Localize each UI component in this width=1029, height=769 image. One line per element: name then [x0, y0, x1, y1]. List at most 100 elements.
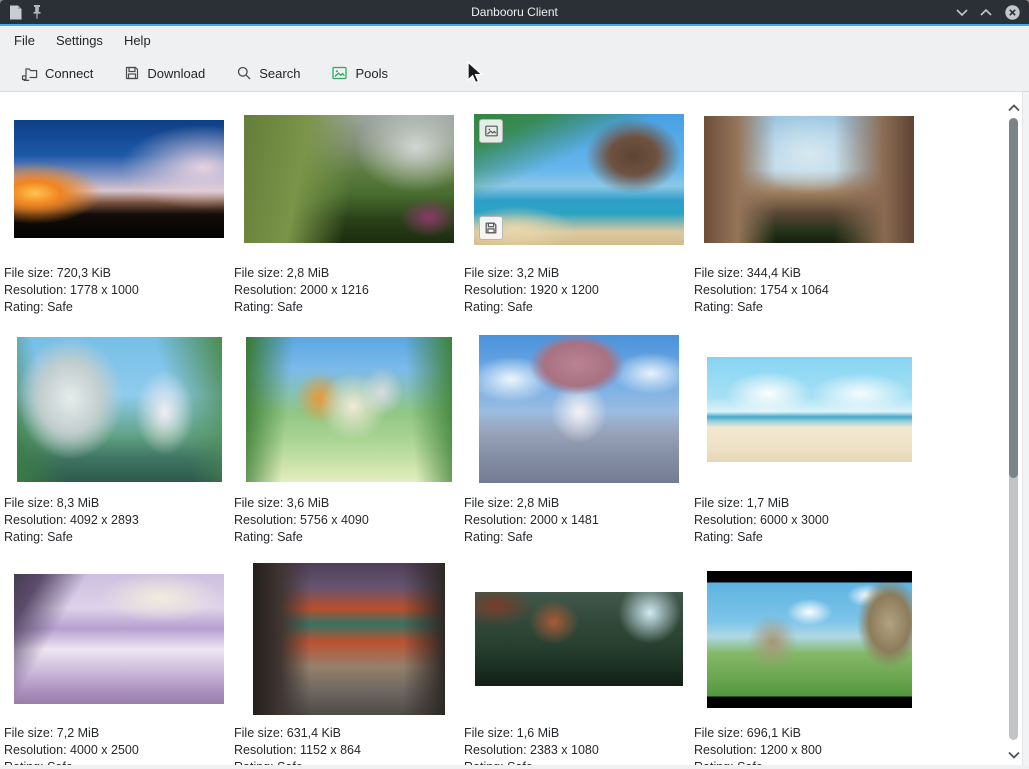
thumbnail-image[interactable]: [479, 335, 679, 483]
rating-text: Rating: Safe: [4, 299, 234, 316]
toolbar-button-label: Download: [147, 66, 205, 81]
resolution-text: Resolution: 2000 x 1216: [234, 282, 464, 299]
thumbnail-box: [4, 332, 234, 486]
thumbnail-image[interactable]: [17, 337, 222, 482]
thumbnail-image[interactable]: [707, 571, 912, 708]
thumbnail-grid: File size: 720,3 KiBResolution: 1778 x 1…: [4, 102, 924, 769]
thumbnail-image[interactable]: [253, 563, 445, 715]
toolbar-button-label: Connect: [45, 66, 93, 81]
connect-icon: [21, 65, 38, 81]
image-metadata: File size: 2,8 MiBResolution: 2000 x 148…: [464, 495, 694, 547]
save-image-button[interactable]: [479, 216, 503, 240]
file-size-text: File size: 1,6 MiB: [464, 725, 694, 742]
window-bottom-frame: [0, 765, 1029, 769]
app-icon[interactable]: [8, 4, 23, 21]
rating-text: Rating: Safe: [234, 529, 464, 546]
gallery-item: File size: 344,4 KiBResolution: 1754 x 1…: [694, 102, 924, 332]
thumbnail-box: [234, 562, 464, 716]
thumbnail-image[interactable]: [704, 116, 914, 243]
resolution-text: Resolution: 1152 x 864: [234, 742, 464, 759]
gallery-item: File size: 696,1 KiBResolution: 1200 x 8…: [694, 562, 924, 769]
image-metadata: File size: 1,7 MiBResolution: 6000 x 300…: [694, 495, 924, 547]
toolbar: Connect Download Search Pools: [0, 55, 1029, 92]
scroll-up-arrow-icon[interactable]: [1008, 99, 1020, 117]
gallery-item: File size: 2,8 MiBResolution: 2000 x 121…: [234, 102, 464, 332]
maximize-button[interactable]: [980, 8, 992, 17]
thumbnail-box: [234, 332, 464, 486]
file-size-text: File size: 720,3 KiB: [4, 265, 234, 282]
minimize-button[interactable]: [956, 8, 968, 17]
pools-button[interactable]: Pools: [326, 61, 393, 85]
scroll-down-arrow-icon[interactable]: [1008, 746, 1020, 764]
rating-text: Rating: Safe: [464, 529, 694, 546]
pools-icon: [331, 65, 348, 81]
image-metadata: File size: 3,2 MiBResolution: 1920 x 120…: [464, 265, 694, 317]
file-size-text: File size: 696,1 KiB: [694, 725, 924, 742]
search-button[interactable]: Search: [231, 61, 305, 85]
scrollbar-thumb[interactable]: [1009, 118, 1018, 478]
thumbnail-image[interactable]: [14, 120, 224, 238]
gallery-item: File size: 631,4 KiBResolution: 1152 x 8…: [234, 562, 464, 769]
thumbnail-box: [234, 102, 464, 256]
app-window: Danbooru Client File Settings Help Connect…: [0, 0, 1029, 769]
rating-text: Rating: Safe: [4, 529, 234, 546]
window-title: Danbooru Client: [208, 5, 821, 19]
thumbnail-image[interactable]: [246, 337, 452, 482]
gallery-item: File size: 8,3 MiBResolution: 4092 x 289…: [4, 332, 234, 562]
file-size-text: File size: 3,6 MiB: [234, 495, 464, 512]
thumbnail-box: [694, 332, 924, 486]
file-size-text: File size: 3,2 MiB: [464, 265, 694, 282]
resolution-text: Resolution: 4092 x 2893: [4, 512, 234, 529]
image-metadata: File size: 8,3 MiBResolution: 4092 x 289…: [4, 495, 234, 547]
rating-text: Rating: Safe: [234, 299, 464, 316]
thumbnail-box: [464, 332, 694, 486]
thumbnail-image[interactable]: [14, 574, 224, 704]
toolbar-button-label: Search: [259, 66, 300, 81]
thumbnail-image[interactable]: [707, 357, 912, 462]
rating-text: Rating: Safe: [694, 529, 924, 546]
rating-text: Rating: Safe: [464, 299, 694, 316]
file-size-text: File size: 1,7 MiB: [694, 495, 924, 512]
thumbnail-box: [4, 102, 234, 256]
resolution-text: Resolution: 1754 x 1064: [694, 282, 924, 299]
file-size-text: File size: 631,4 KiB: [234, 725, 464, 742]
menu-item-file[interactable]: File: [14, 30, 35, 51]
download-button[interactable]: Download: [119, 61, 210, 85]
file-size-text: File size: 2,8 MiB: [234, 265, 464, 282]
view-image-button[interactable]: [479, 119, 503, 143]
menubar: File Settings Help: [0, 26, 1029, 55]
thumbnail-image[interactable]: [474, 114, 684, 245]
resolution-text: Resolution: 2383 x 1080: [464, 742, 694, 759]
rating-text: Rating: Safe: [694, 299, 924, 316]
window-controls: [821, 4, 1021, 21]
file-size-text: File size: 344,4 KiB: [694, 265, 924, 282]
titlebar-left: [8, 4, 208, 21]
thumbnail-box: [4, 562, 234, 716]
resolution-text: Resolution: 2000 x 1481: [464, 512, 694, 529]
resolution-text: Resolution: 1920 x 1200: [464, 282, 694, 299]
gallery-item: File size: 1,7 MiBResolution: 6000 x 300…: [694, 332, 924, 562]
image-metadata: File size: 344,4 KiBResolution: 1754 x 1…: [694, 265, 924, 317]
thumbnail-image[interactable]: [244, 115, 454, 243]
thumbnail-image[interactable]: [475, 592, 683, 686]
menu-item-settings[interactable]: Settings: [56, 30, 103, 51]
gallery-item: File size: 3,2 MiBResolution: 1920 x 120…: [464, 102, 694, 332]
image-metadata: File size: 631,4 KiBResolution: 1152 x 8…: [234, 725, 464, 769]
file-size-text: File size: 2,8 MiB: [464, 495, 694, 512]
window-right-frame: [1022, 92, 1029, 769]
thumbnail-box: [464, 102, 694, 256]
gallery-item: File size: 3,6 MiBResolution: 5756 x 409…: [234, 332, 464, 562]
connect-button[interactable]: Connect: [16, 61, 98, 85]
pin-icon[interactable]: [31, 4, 43, 20]
resolution-text: Resolution: 1200 x 800: [694, 742, 924, 759]
titlebar[interactable]: Danbooru Client: [0, 0, 1029, 26]
resolution-text: Resolution: 4000 x 2500: [4, 742, 234, 759]
file-size-text: File size: 8,3 MiB: [4, 495, 234, 512]
save-icon: [484, 221, 498, 235]
thumbnail-box: [694, 562, 924, 716]
content-area: File size: 720,3 KiBResolution: 1778 x 1…: [0, 92, 1029, 769]
image-metadata: File size: 696,1 KiBResolution: 1200 x 8…: [694, 725, 924, 769]
menu-item-help[interactable]: Help: [124, 30, 151, 51]
file-size-text: File size: 7,2 MiB: [4, 725, 234, 742]
close-button[interactable]: [1004, 4, 1021, 21]
